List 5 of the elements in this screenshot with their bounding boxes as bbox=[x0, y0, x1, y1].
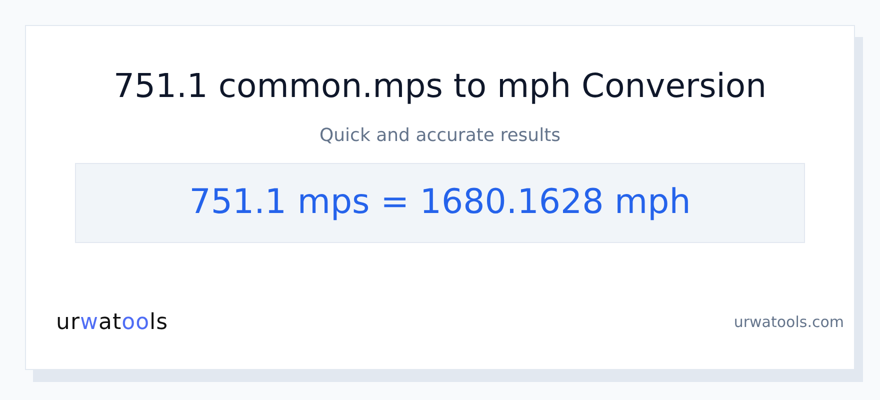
logo: urwatools bbox=[56, 309, 168, 337]
conversion-result: 751.1 mps = 1680.1628 mph bbox=[189, 181, 691, 224]
subtitle: Quick and accurate results bbox=[319, 124, 561, 148]
site-url: urwatools.com bbox=[734, 312, 844, 334]
page-title: 751.1 common.mps to mph Conversion bbox=[113, 66, 767, 106]
